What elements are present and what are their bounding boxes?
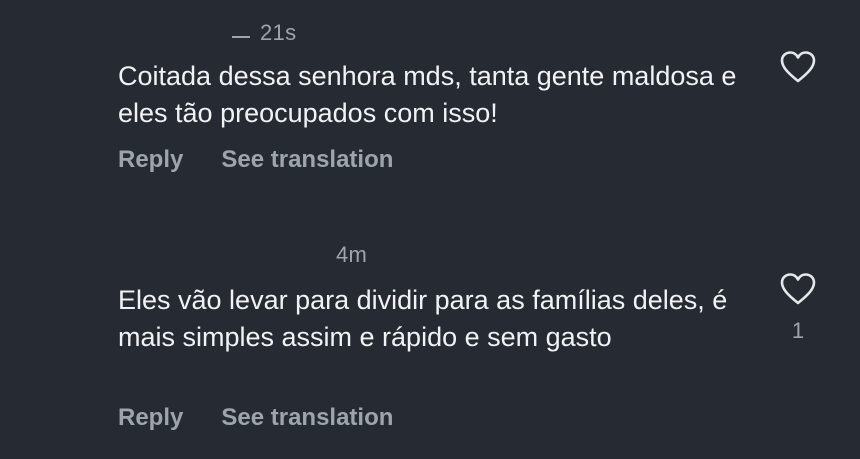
reply-button[interactable]: Reply	[118, 404, 183, 432]
comment-meta: 21s	[232, 20, 296, 46]
comments-screen: 21s Coitada dessa senhora mds, tanta gen…	[0, 0, 860, 459]
reply-button[interactable]: Reply	[118, 146, 183, 174]
like-button[interactable]	[778, 50, 818, 84]
username-placeholder	[232, 36, 250, 38]
see-translation-button[interactable]: See translation	[221, 146, 393, 174]
see-translation-button[interactable]: See translation	[221, 404, 393, 432]
like-button[interactable]: 1	[778, 272, 818, 344]
comment-actions: Reply See translation	[118, 146, 393, 174]
like-count: 1	[791, 318, 805, 343]
comment-text: Eles vão levar para dividir para as famí…	[118, 285, 728, 352]
comment-actions: Reply See translation	[118, 404, 393, 432]
comment-timestamp: 21s	[260, 20, 297, 45]
comment-item: 4m Eles vão levar para dividir para as f…	[0, 232, 860, 459]
heart-outline-icon	[780, 273, 816, 305]
comment-meta: 4m	[336, 242, 367, 268]
comment-text: Coitada dessa senhora mds, tanta gente m…	[118, 61, 737, 128]
comment-timestamp: 4m	[336, 242, 368, 267]
comment-item: 21s Coitada dessa senhora mds, tanta gen…	[0, 0, 860, 200]
heart-outline-icon	[780, 51, 816, 83]
